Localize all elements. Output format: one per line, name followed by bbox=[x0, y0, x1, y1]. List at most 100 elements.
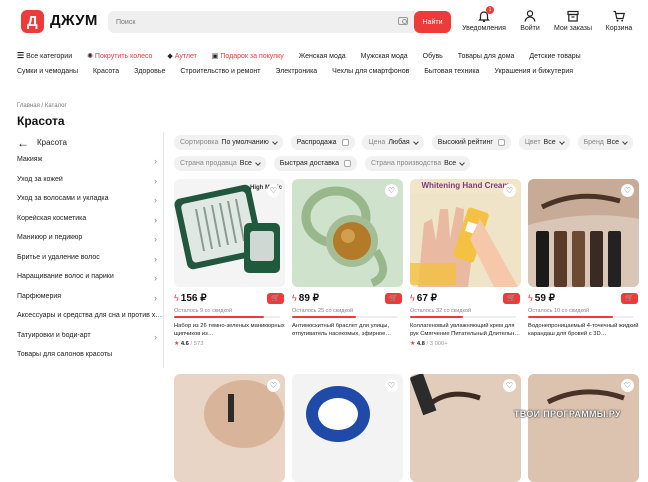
nav-appliances[interactable]: Бытовая техника bbox=[424, 68, 479, 75]
add-to-cart-button[interactable]: 🛒 bbox=[621, 293, 638, 304]
find-button[interactable]: Найти bbox=[414, 11, 451, 33]
breadcrumb-catalog[interactable]: Каталог bbox=[45, 103, 67, 109]
sidebar-item-haircare[interactable]: Уход за волосами и укладка › bbox=[17, 195, 163, 215]
stock-bar bbox=[174, 316, 280, 318]
notifications-button[interactable]: 1 Уведомления bbox=[462, 6, 506, 32]
nav-shoes[interactable]: Обувь bbox=[423, 53, 443, 60]
breadcrumb: Главная / Каталог bbox=[17, 103, 67, 109]
login-label: Войти bbox=[520, 25, 540, 32]
filter-color[interactable]: Цвет Все bbox=[518, 135, 570, 150]
lightning-icon: ϟ bbox=[174, 293, 179, 303]
logo-text[interactable]: ДЖУМ bbox=[50, 12, 98, 29]
filter-origin-country[interactable]: Страна производства Все bbox=[364, 156, 471, 171]
filter-sale[interactable]: Распродажа bbox=[290, 135, 355, 150]
chevron-right-icon: › bbox=[154, 253, 157, 264]
sidebar-item-salon[interactable]: Товары для салонов красоты bbox=[17, 351, 163, 371]
product-card[interactable]: ♡ ϟ 59 ₽ 🛒 Осталось 10 со скидкой Водонеп… bbox=[528, 179, 639, 338]
product-image[interactable]: ♡ bbox=[410, 374, 521, 482]
sidebar-back[interactable]: ← Красота bbox=[17, 137, 163, 149]
heart-icon[interactable]: ♡ bbox=[385, 184, 398, 197]
sidebar-item-tattoo[interactable]: Татуировки и боди-арт › bbox=[17, 332, 163, 352]
filter-fast-delivery[interactable]: Быстрая доставка bbox=[273, 156, 357, 171]
product-image[interactable]: Whitening Hand Cream ♡ bbox=[410, 179, 521, 287]
breadcrumb-home[interactable]: Главная bbox=[17, 103, 40, 109]
add-to-cart-button[interactable]: 🛒 bbox=[385, 293, 402, 304]
nav-cases[interactable]: Чехлы для смартфонов bbox=[332, 68, 409, 75]
login-button[interactable]: Войти bbox=[508, 9, 552, 32]
product-image[interactable]: High Manic ♡ bbox=[174, 179, 285, 287]
sidebar-item-skincare[interactable]: Уход за кожей › bbox=[17, 176, 163, 196]
heart-icon[interactable]: ♡ bbox=[621, 379, 634, 392]
cart-button[interactable]: Корзина bbox=[597, 9, 641, 32]
price-row: ϟ 156 ₽ 🛒 bbox=[174, 293, 285, 307]
chevron-right-icon: › bbox=[154, 175, 157, 186]
filter-seller-country[interactable]: Страна продавца Все bbox=[174, 156, 266, 171]
fast-delivery-checkbox[interactable] bbox=[343, 160, 351, 167]
product-card[interactable]: ♡ bbox=[528, 374, 639, 482]
camera-icon[interactable] bbox=[398, 17, 408, 25]
sidebar-item-korean[interactable]: Корейская косметика › bbox=[17, 215, 163, 235]
star-icon: ★ bbox=[410, 341, 416, 347]
product-image[interactable]: ♡ bbox=[292, 179, 403, 287]
product-name[interactable]: Коллагеновый увлажняющий крем для рук См… bbox=[410, 323, 521, 338]
heart-icon[interactable]: ♡ bbox=[503, 184, 516, 197]
sidebar-item-extensions[interactable]: Наращивание волос и парики › bbox=[17, 273, 163, 293]
heart-icon[interactable]: ♡ bbox=[385, 379, 398, 392]
product-card[interactable]: ♡ bbox=[292, 374, 403, 482]
nav-all-categories[interactable]: ☰ Все категории bbox=[17, 51, 72, 60]
heart-icon[interactable]: ♡ bbox=[621, 184, 634, 197]
heart-icon[interactable]: ♡ bbox=[503, 379, 516, 392]
product-image[interactable]: ♡ bbox=[174, 374, 285, 482]
stock-bar bbox=[410, 316, 516, 318]
nav-beauty[interactable]: Красота bbox=[93, 68, 119, 75]
filter-sort[interactable]: Сортировка По умолчанию bbox=[174, 135, 283, 150]
product-card[interactable]: Whitening Hand Cream ♡ ϟ 67 ₽ 🛒 Осталось … bbox=[410, 179, 521, 347]
price-row: ϟ 67 ₽ 🛒 bbox=[410, 293, 521, 307]
orders-button[interactable]: Мои заказы bbox=[551, 9, 595, 32]
search-bar bbox=[108, 11, 414, 33]
user-icon bbox=[523, 9, 537, 23]
nav-health[interactable]: Здоровье bbox=[134, 68, 165, 75]
product-card[interactable]: ♡ bbox=[174, 374, 285, 482]
product-card[interactable]: ♡ ϟ 89 ₽ 🛒 Осталось 25 со скидкой Антимос… bbox=[292, 179, 403, 338]
nav-construction[interactable]: Строительство и ремонт bbox=[180, 68, 260, 75]
nav-mens[interactable]: Мужская мода bbox=[361, 53, 408, 60]
sale-checkbox[interactable] bbox=[341, 139, 349, 146]
filter-brand[interactable]: Бренд Все bbox=[577, 135, 633, 150]
product-name[interactable]: Набор из 26 темно-зеленых маникюрных щип… bbox=[174, 323, 285, 338]
stock-bar bbox=[528, 316, 634, 318]
sidebar-item-makeup[interactable]: Макияж › bbox=[17, 156, 163, 176]
nav-electronics[interactable]: Электроника bbox=[275, 68, 317, 75]
nav-jewelry[interactable]: Украшения и бижутерия bbox=[494, 68, 573, 75]
product-image[interactable]: ♡ bbox=[528, 374, 639, 482]
filter-high-rating[interactable]: Высокий рейтинг bbox=[431, 135, 511, 150]
heart-icon[interactable]: ♡ bbox=[267, 379, 280, 392]
nav-gift[interactable]: ▣ Подарок за покупку bbox=[212, 53, 284, 60]
page-title: Красота bbox=[17, 114, 65, 128]
sidebar-item-shaving[interactable]: Бритье и удаление волос › bbox=[17, 254, 163, 274]
rating-checkbox[interactable] bbox=[497, 139, 505, 146]
sidebar-item-perfume[interactable]: Парфюмерия › bbox=[17, 293, 163, 313]
product-card[interactable]: High Manic ♡ ϟ 156 ₽ 🛒 Осталось 9 со скид… bbox=[174, 179, 285, 347]
nav-womens[interactable]: Женская мода bbox=[299, 53, 346, 60]
sidebar-item-sleep[interactable]: Аксессуары и средства для сна и против х… bbox=[17, 312, 163, 332]
product-card[interactable]: ♡ bbox=[410, 374, 521, 482]
nav-home[interactable]: Товары для дома bbox=[458, 53, 515, 60]
nav-kids[interactable]: Детские товары bbox=[529, 53, 580, 60]
logo-icon[interactable]: Д bbox=[21, 10, 44, 33]
product-image[interactable]: ♡ bbox=[292, 374, 403, 482]
add-to-cart-button[interactable]: 🛒 bbox=[267, 293, 284, 304]
heart-icon[interactable]: ♡ bbox=[267, 184, 280, 197]
header: Д ДЖУМ Найти 1 Уведомления Войти Мои зак… bbox=[0, 0, 648, 44]
product-name[interactable]: Антимоскитный браслет для улицы, отпугив… bbox=[292, 323, 403, 338]
search-input[interactable] bbox=[108, 11, 388, 33]
nav-wheel[interactable]: ✺ Покрутить колесо bbox=[87, 53, 152, 60]
product-image[interactable]: ♡ bbox=[528, 179, 639, 287]
filter-price[interactable]: Цена Любая bbox=[362, 135, 424, 150]
nav-bags[interactable]: Сумки и чемоданы bbox=[17, 68, 78, 75]
menu-icon: ☰ bbox=[17, 51, 25, 60]
add-to-cart-button[interactable]: 🛒 bbox=[503, 293, 520, 304]
sidebar-item-manicure[interactable]: Маникюр и педикюр › bbox=[17, 234, 163, 254]
nav-outlet[interactable]: ◆ Аутлет bbox=[167, 53, 196, 60]
product-name[interactable]: Водонепроницаемый 4-точечный жидкий кара… bbox=[528, 323, 639, 338]
